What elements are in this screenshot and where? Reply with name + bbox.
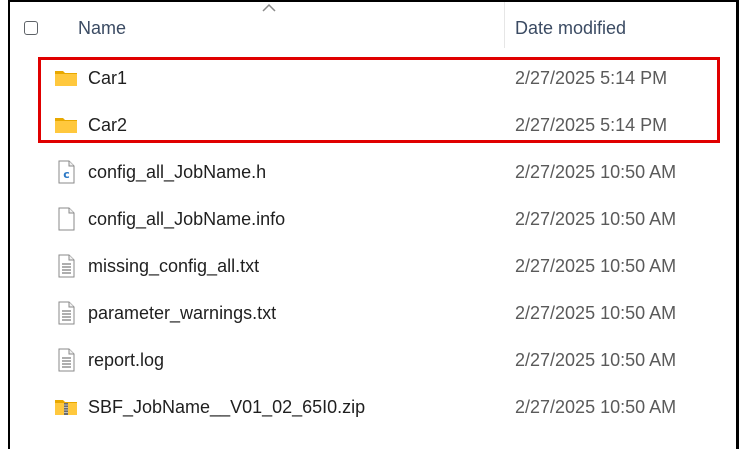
text-file-icon — [58, 301, 75, 325]
file-row-missing-config[interactable]: missing_config_all.txt 2/27/2025 10:50 A… — [10, 243, 736, 289]
file-name: Car1 — [88, 68, 128, 88]
blank-file-icon — [58, 207, 75, 231]
file-date-modified: 2/27/2025 10:50 AM — [515, 303, 677, 323]
file-date-modified: 2/27/2025 10:50 AM — [515, 209, 677, 229]
file-name: SBF_JobName__V01_02_65I0.zip — [88, 397, 366, 417]
file-name: report.log — [88, 350, 165, 370]
folder-icon — [55, 118, 77, 133]
file-row-parameter-warnings[interactable]: parameter_warnings.txt 2/27/2025 10:50 A… — [10, 290, 736, 336]
text-file-icon — [58, 348, 75, 372]
column-header-row: Name Date modified — [10, 2, 736, 48]
file-row-report-log[interactable]: report.log 2/27/2025 10:50 AM — [10, 337, 736, 383]
file-row-sbf-zip[interactable]: SBF_JobName__V01_02_65I0.zip 2/27/2025 1… — [10, 384, 736, 430]
svg-text:c: c — [63, 168, 70, 181]
select-all-checkbox[interactable] — [24, 21, 38, 35]
file-date-modified: 2/27/2025 10:50 AM — [515, 162, 677, 182]
column-separator[interactable] — [504, 2, 505, 48]
file-name: config_all_JobName.h — [88, 162, 267, 182]
file-name: config_all_JobName.info — [88, 209, 286, 229]
file-row-car2[interactable]: Car2 2/27/2025 5:14 PM — [10, 102, 736, 148]
file-row-car1[interactable]: Car1 2/27/2025 5:14 PM — [10, 55, 736, 101]
folder-icon — [55, 71, 77, 86]
name-column-header[interactable]: Name — [78, 18, 126, 39]
file-name: parameter_warnings.txt — [88, 303, 277, 323]
c-file-icon: c — [58, 160, 75, 184]
file-date-modified: 2/27/2025 5:14 PM — [515, 68, 668, 88]
file-date-modified: 2/27/2025 10:50 AM — [515, 397, 677, 417]
file-explorer-list: Name Date modified Car1 2/27/2025 5:14 P… — [0, 0, 739, 449]
file-date-modified: 2/27/2025 5:14 PM — [515, 115, 668, 135]
file-date-modified: 2/27/2025 10:50 AM — [515, 256, 677, 276]
sort-ascending-icon — [262, 3, 276, 12]
zip-folder-icon — [55, 400, 77, 415]
file-name: missing_config_all.txt — [88, 256, 260, 276]
file-date-modified: 2/27/2025 10:50 AM — [515, 350, 677, 370]
file-row-config-h[interactable]: c config_all_JobName.h 2/27/2025 10:50 A… — [10, 149, 736, 195]
text-file-icon — [58, 254, 75, 278]
file-row-config-info[interactable]: config_all_JobName.info 2/27/2025 10:50 … — [10, 196, 736, 242]
date-modified-column-header[interactable]: Date modified — [515, 18, 626, 39]
file-name: Car2 — [88, 115, 128, 135]
